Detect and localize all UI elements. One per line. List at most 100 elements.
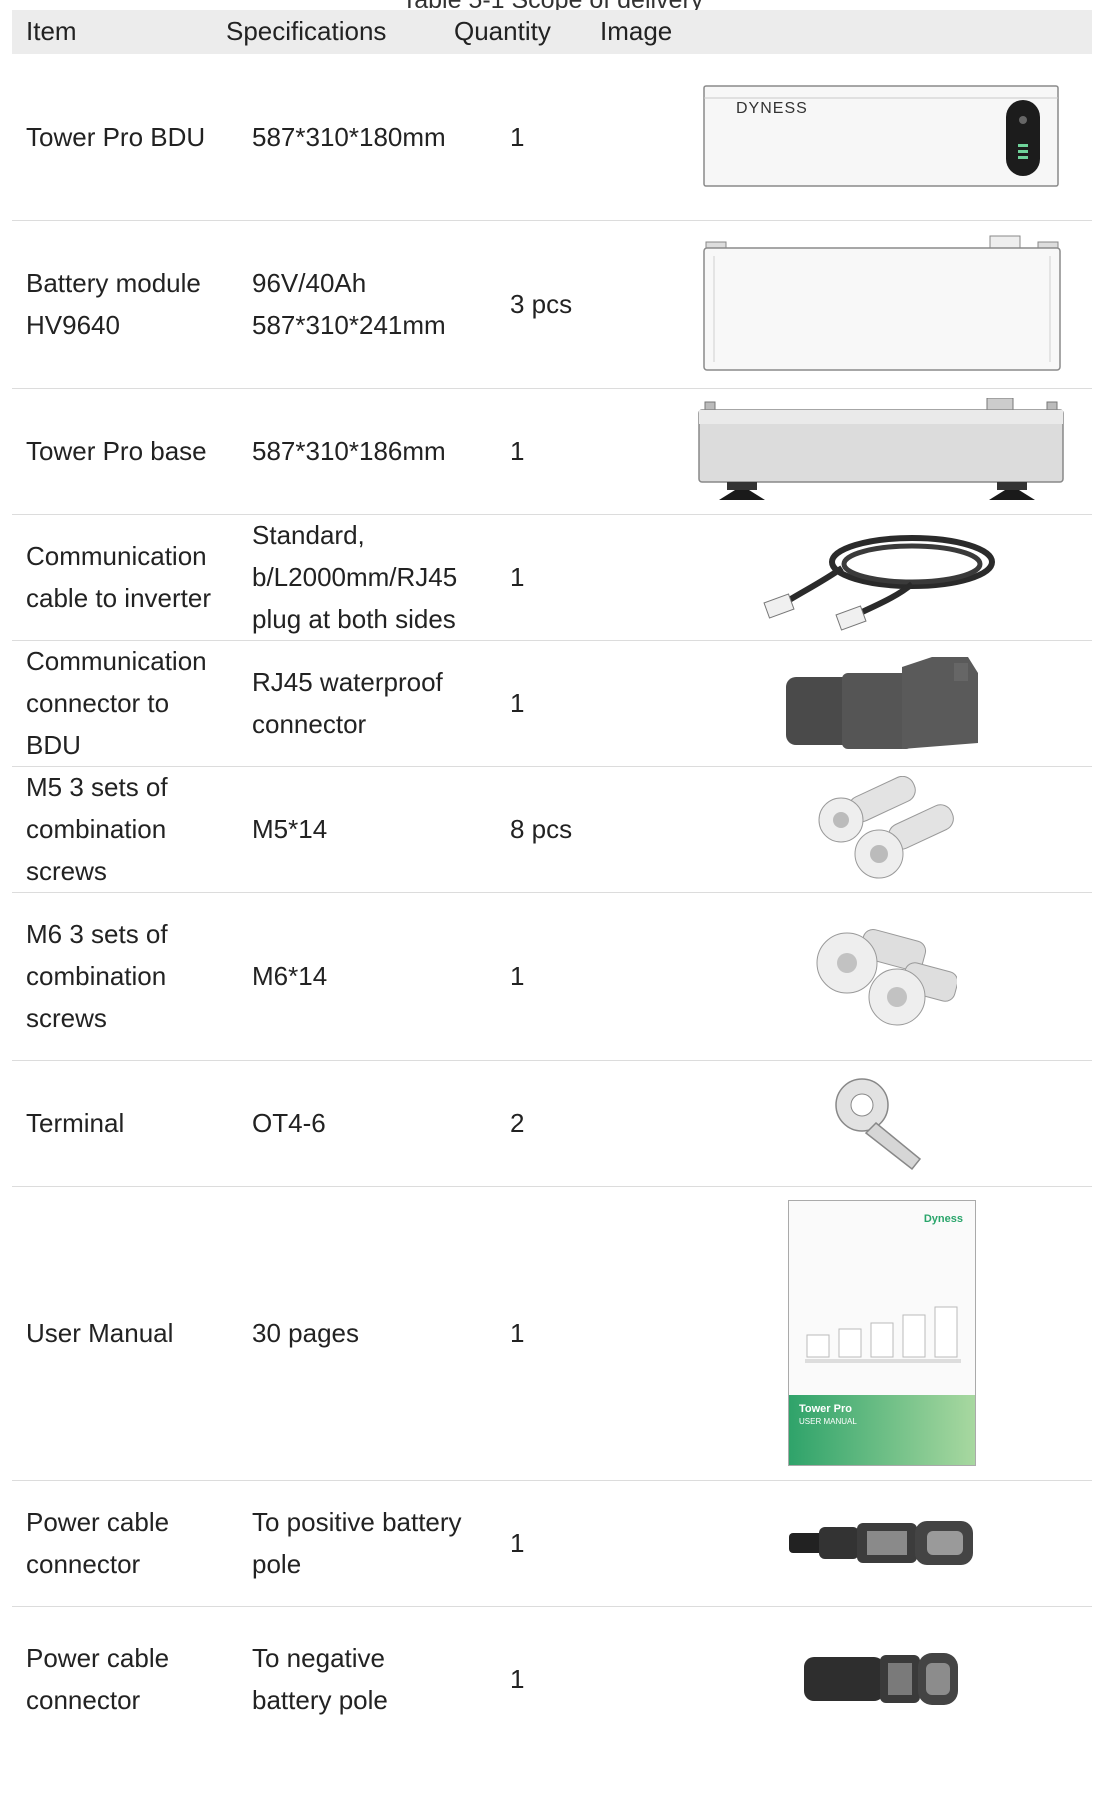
item-text: HV9640 (26, 310, 120, 340)
m6-screws-icon (816, 928, 957, 1026)
table-row: Terminal OT4-6 2 (12, 1060, 1092, 1187)
qty-cell: 1 (510, 514, 670, 640)
item-cell: User Manual (26, 1186, 246, 1480)
spec-text: M6*14 (252, 961, 328, 991)
item-cell: Communication connector to BDU (26, 640, 246, 766)
user-manual-icon: Dyness Tower Pro USER MANUAL (788, 1200, 976, 1466)
spec-cell: M6*14 (252, 892, 510, 1060)
spec-text: 96V/40Ah (252, 268, 367, 298)
item-cell: M5 3 sets of combination screws (26, 766, 246, 892)
header-specifications: Specifications (226, 16, 387, 46)
image-cell (672, 1606, 1092, 1752)
item-text: Tower Pro base (26, 436, 207, 466)
network-cable-icon (763, 535, 995, 631)
qty-text: 1 (510, 1664, 525, 1694)
table-row: M6 3 sets of combination screws M6*14 1 (12, 892, 1092, 1061)
item-text: M5 3 sets of (26, 772, 168, 802)
image-cell (672, 220, 1092, 388)
header-item: Item (26, 16, 77, 46)
item-cell: M6 3 sets of combination screws (26, 892, 246, 1060)
spec-text: battery pole (252, 1685, 388, 1715)
spec-text: pole (252, 1549, 302, 1579)
positive-connector-icon (789, 1521, 973, 1565)
spec-cell: Standard, b/L2000mm/RJ45 plug at both si… (252, 514, 510, 640)
item-text: M6 3 sets of (26, 919, 168, 949)
rj45-connector-icon (786, 657, 978, 749)
spec-text: To negative (252, 1643, 385, 1673)
header-quantity: Quantity (454, 16, 551, 46)
spec-cell: 96V/40Ah 587*310*241mm (252, 220, 510, 388)
spec-text: 587*310*186mm (252, 436, 446, 466)
manual-cover-band: Tower Pro USER MANUAL (789, 1395, 975, 1465)
item-text: screws (26, 856, 107, 886)
table-row: Battery module HV9640 96V/40Ah 587*310*2… (12, 220, 1092, 389)
qty-text: 3 pcs (510, 289, 573, 319)
image-cell (672, 640, 1092, 766)
spec-text: Standard, (252, 520, 365, 550)
qty-cell: 1 (510, 892, 670, 1060)
spec-text: RJ45 waterproof (252, 667, 443, 697)
spec-text: M5*14 (252, 814, 328, 844)
ring-terminal-icon (835, 1078, 922, 1171)
item-text: connector to (26, 688, 170, 718)
qty-text: 1 (510, 1318, 525, 1348)
item-cell: Communication cable to inverter (26, 514, 246, 640)
item-cell: Tower Pro base (26, 388, 246, 514)
item-text: connector (26, 1549, 141, 1579)
table-row: User Manual 30 pages 1 Dyness Tower Pro … (12, 1186, 1092, 1481)
item-text: BDU (26, 730, 81, 760)
item-text: Battery module (26, 268, 201, 298)
spec-cell: RJ45 waterproof connector (252, 640, 510, 766)
item-text: screws (26, 1003, 107, 1033)
spec-cell: To positive battery pole (252, 1480, 510, 1606)
image-cell (672, 388, 1092, 514)
spec-cell: To negative battery pole (252, 1606, 510, 1752)
item-cell: Power cable connector (26, 1606, 246, 1752)
tower-base-icon (698, 398, 1064, 500)
table-row: Communication connector to BDU RJ45 wate… (12, 640, 1092, 767)
item-cell: Terminal (26, 1060, 246, 1186)
spec-cell: 587*310*186mm (252, 388, 510, 514)
spec-cell: OT4-6 (252, 1060, 510, 1186)
table-header: Item Specifications Quantity Image (12, 10, 1092, 54)
table-row: M5 3 sets of combination screws M5*14 8 … (12, 766, 1092, 893)
qty-text: 1 (510, 1528, 525, 1558)
qty-cell: 1 (510, 388, 670, 514)
manual-subtitle: USER MANUAL (799, 1417, 857, 1426)
qty-text: 8 pcs (510, 814, 573, 844)
item-text: Terminal (26, 1108, 125, 1138)
item-text: Communication (26, 646, 207, 676)
qty-cell: 3 pcs (510, 220, 670, 388)
table-row: Communication cable to inverter Standard… (12, 514, 1092, 641)
spec-text: OT4-6 (252, 1108, 326, 1138)
item-text: Power cable (26, 1507, 170, 1537)
table-row: Tower Pro base 587*310*186mm 1 (12, 388, 1092, 515)
qty-cell: 1 (510, 1186, 670, 1480)
spec-text: plug at both sides (252, 604, 456, 634)
spec-cell: 587*310*180mm (252, 54, 510, 220)
header-image: Image (600, 16, 673, 46)
image-cell (672, 514, 1092, 640)
qty-text: 1 (510, 688, 525, 718)
battery-module-icon (703, 235, 1061, 371)
qty-text: 1 (510, 122, 525, 152)
item-cell: Power cable connector (26, 1480, 246, 1606)
qty-cell: 1 (510, 640, 670, 766)
qty-cell: 1 (510, 1606, 670, 1752)
item-text: cable to inverter (26, 583, 211, 613)
qty-cell: 1 (510, 1480, 670, 1606)
qty-cell: 8 pcs (510, 766, 670, 892)
image-cell: Dyness Tower Pro USER MANUAL (672, 1186, 1092, 1480)
qty-cell: 1 (510, 54, 670, 220)
item-text: combination (26, 961, 167, 991)
item-text: User Manual (26, 1318, 174, 1348)
qty-text: 1 (510, 436, 525, 466)
negative-connector-icon (804, 1653, 958, 1705)
spec-cell: 30 pages (252, 1186, 510, 1480)
item-cell: Battery module HV9640 (26, 220, 246, 388)
image-cell: DYNESS (672, 54, 1092, 220)
table-row: Power cable connector To positive batter… (12, 1480, 1092, 1607)
image-cell (672, 766, 1092, 892)
spec-text: connector (252, 709, 367, 739)
bdu-brand-label: DYNESS (736, 100, 808, 117)
